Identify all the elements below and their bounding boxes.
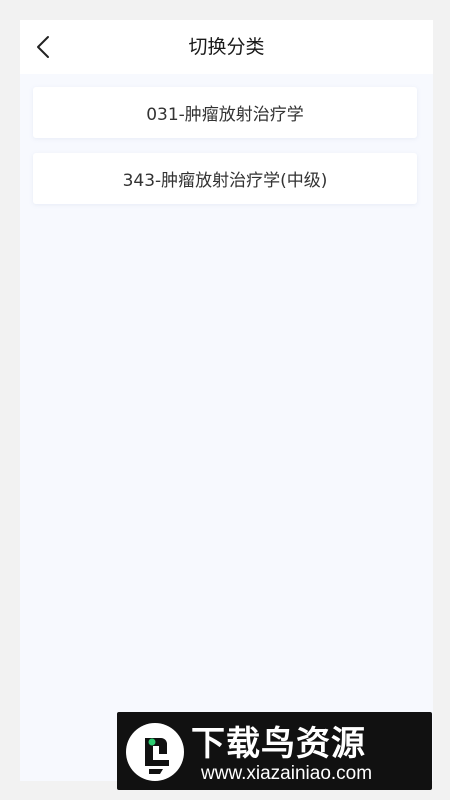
category-item-031[interactable]: 031-肿瘤放射治疗学 xyxy=(33,87,417,138)
category-list: 031-肿瘤放射治疗学 343-肿瘤放射治疗学(中级) xyxy=(33,87,417,219)
page-title: 切换分类 xyxy=(188,36,265,58)
watermark-title: 下载鸟资源 xyxy=(191,724,366,764)
app-screen: 切换分类 031-肿瘤放射治疗学 343-肿瘤放射治疗学(中级) xyxy=(20,20,433,781)
category-item-label: 031-肿瘤放射治疗学 xyxy=(146,105,304,125)
watermark-banner: 下载鸟资源 www.xiazainiao.com xyxy=(117,712,432,790)
watermark-url: www.xiazainiao.com xyxy=(201,763,373,784)
header-bar: 切换分类 xyxy=(20,20,433,74)
category-item-343[interactable]: 343-肿瘤放射治疗学(中级) xyxy=(33,153,417,204)
bird-logo-icon xyxy=(126,723,184,781)
category-item-label: 343-肿瘤放射治疗学(中级) xyxy=(122,171,328,191)
